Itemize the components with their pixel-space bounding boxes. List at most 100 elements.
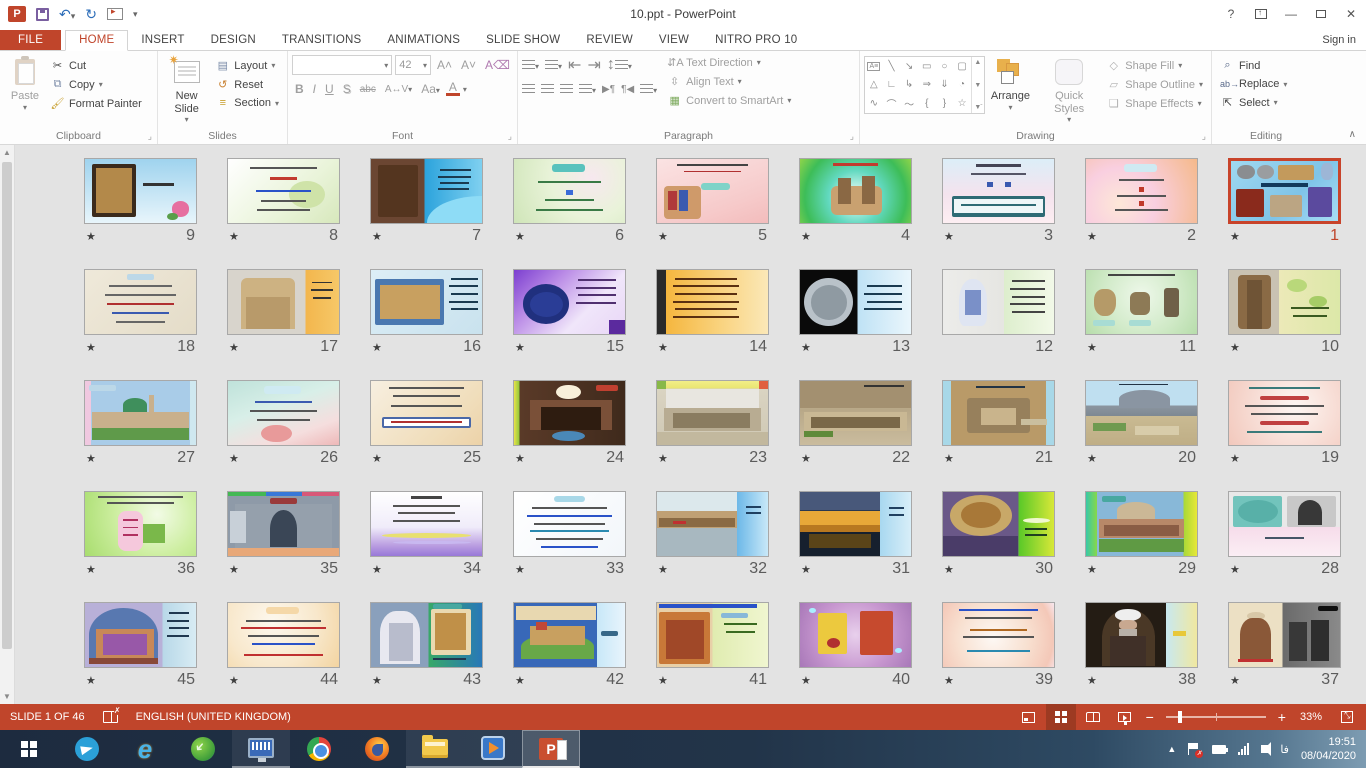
transition-star-icon[interactable]: ★: [86, 563, 96, 576]
transition-star-icon[interactable]: ★: [372, 563, 382, 576]
bullets-icon[interactable]: ▾: [522, 56, 539, 74]
align-text-button[interactable]: ⇳Align Text ▾: [663, 72, 795, 91]
proofing-icon[interactable]: [103, 711, 118, 723]
transition-star-icon[interactable]: ★: [658, 452, 668, 465]
triangle-shape-icon[interactable]: △: [870, 79, 878, 90]
clipboard-dialog-launcher-icon[interactable]: ⌟: [148, 131, 152, 142]
slide-thumbnail-34[interactable]: [370, 491, 483, 557]
tab-animations[interactable]: ANIMATIONS: [374, 31, 473, 50]
tab-home[interactable]: HOME: [65, 30, 128, 51]
sign-in-link[interactable]: Sign in: [1322, 34, 1356, 46]
slide-thumbnail-31[interactable]: [799, 491, 912, 557]
section-button[interactable]: ≡Section ▾: [211, 94, 283, 112]
slide-thumbnail-39[interactable]: [942, 602, 1055, 668]
network-signal-icon[interactable]: [1238, 743, 1249, 755]
paste-button[interactable]: Paste▾: [4, 53, 46, 116]
slide-thumbnail-25[interactable]: [370, 380, 483, 446]
slide-thumbnail-14[interactable]: [656, 269, 769, 335]
grow-font-icon[interactable]: A˄: [434, 58, 455, 72]
slide-thumbnail-18[interactable]: [84, 269, 197, 335]
shapes-more-icon[interactable]: ▼̄: [974, 104, 981, 111]
slide-thumbnail-29[interactable]: [1085, 491, 1198, 557]
slide-thumbnail-45[interactable]: [84, 602, 197, 668]
slide-thumbnail-33[interactable]: [513, 491, 626, 557]
right-to-left-icon[interactable]: ¶◀: [621, 84, 634, 95]
taskbar-telegram-button[interactable]: [58, 730, 116, 768]
taskbar-firefox-button[interactable]: [348, 730, 406, 768]
taskbar-media-player-button[interactable]: [464, 730, 522, 768]
slide-show-icon[interactable]: [1110, 704, 1140, 730]
scribble-shape-icon[interactable]: ∿: [870, 98, 878, 109]
text-direction-button[interactable]: ⇵AText Direction ▾: [663, 53, 795, 72]
transition-star-icon[interactable]: ★: [86, 452, 96, 465]
quick-styles-button[interactable]: Quick Styles▾: [1036, 53, 1102, 128]
taskbar-start-button[interactable]: [0, 730, 58, 768]
tab-transitions[interactable]: TRANSITIONS: [269, 31, 375, 50]
transition-star-icon[interactable]: ★: [86, 674, 96, 687]
transition-star-icon[interactable]: ★: [515, 341, 525, 354]
justify-icon[interactable]: ▾: [579, 80, 596, 98]
slide-thumbnail-35[interactable]: [227, 491, 340, 557]
slide-thumbnail-37[interactable]: [1228, 602, 1341, 668]
slide-thumbnail-38[interactable]: [1085, 602, 1198, 668]
slide-thumbnail-10[interactable]: [1228, 269, 1341, 335]
select-button[interactable]: ⇱Select ▾: [1216, 93, 1291, 112]
zoom-slider-thumb[interactable]: [1178, 711, 1182, 723]
slide-thumbnail-26[interactable]: [227, 380, 340, 446]
line-shape-icon[interactable]: ╲: [888, 61, 894, 72]
transition-star-icon[interactable]: ★: [1230, 563, 1240, 576]
slide-thumbnail-43[interactable]: [370, 602, 483, 668]
pie-shape-icon[interactable]: ◔: [959, 79, 965, 90]
transition-star-icon[interactable]: ★: [229, 341, 239, 354]
slide-thumbnail-11[interactable]: [1085, 269, 1198, 335]
transition-star-icon[interactable]: ★: [1087, 674, 1097, 687]
slide-thumbnail-22[interactable]: [799, 380, 912, 446]
align-left-icon[interactable]: [522, 80, 535, 98]
elbow-arrow-shape-icon[interactable]: ↳: [905, 79, 913, 90]
slide-thumbnail-12[interactable]: [942, 269, 1055, 335]
paragraph-dialog-launcher-icon[interactable]: ⌟: [850, 131, 854, 142]
reset-button[interactable]: ↺Reset: [211, 75, 283, 94]
vertical-scrollbar[interactable]: ▲ ▼: [0, 145, 15, 704]
slide-thumbnail-5[interactable]: [656, 158, 769, 224]
shape-fill-button[interactable]: ◇Shape Fill ▾: [1102, 56, 1207, 75]
language-indicator[interactable]: ENGLISH (UNITED KINGDOM): [136, 711, 291, 723]
taskbar-idm-button[interactable]: [174, 730, 232, 768]
battery-icon[interactable]: [1212, 745, 1226, 754]
change-case-icon[interactable]: Aa▾: [418, 82, 443, 96]
font-size-combo[interactable]: 42▾: [395, 55, 431, 75]
transition-star-icon[interactable]: ★: [1087, 452, 1097, 465]
collapse-ribbon-icon[interactable]: ∧: [1349, 129, 1356, 140]
find-button[interactable]: ⌕Find: [1216, 56, 1291, 75]
align-right-icon[interactable]: [560, 80, 573, 98]
transition-star-icon[interactable]: ★: [1087, 563, 1097, 576]
slide-thumbnail-6[interactable]: [513, 158, 626, 224]
transition-star-icon[interactable]: ★: [515, 230, 525, 243]
underline-icon[interactable]: U: [322, 82, 337, 96]
bold-icon[interactable]: B: [292, 82, 307, 96]
arrange-button[interactable]: Arrange▾: [985, 53, 1036, 116]
line-spacing-icon[interactable]: ↕▾: [607, 56, 632, 74]
slide-thumbnail-40[interactable]: [799, 602, 912, 668]
slide-thumbnail-24[interactable]: [513, 380, 626, 446]
convert-to-smartart-button[interactable]: ▦Convert to SmartArt ▾: [663, 91, 795, 110]
fit-to-window-icon[interactable]: [1332, 704, 1362, 730]
transition-star-icon[interactable]: ★: [658, 230, 668, 243]
restore-icon[interactable]: [1306, 0, 1336, 28]
slide-thumbnail-27[interactable]: [84, 380, 197, 446]
oval-shape-icon[interactable]: ○: [941, 61, 947, 72]
transition-star-icon[interactable]: ★: [944, 563, 954, 576]
transition-star-icon[interactable]: ★: [658, 674, 668, 687]
taskbar-powerpoint-button[interactable]: P: [522, 730, 580, 768]
slide-sorter-view-icon[interactable]: [1046, 704, 1076, 730]
transition-star-icon[interactable]: ★: [515, 563, 525, 576]
shrink-font-icon[interactable]: A˅: [458, 58, 479, 72]
transition-star-icon[interactable]: ★: [801, 563, 811, 576]
tab-design[interactable]: DESIGN: [198, 31, 269, 50]
layout-button[interactable]: ▤Layout ▾: [211, 56, 283, 75]
copy-button[interactable]: ⧉Copy ▾: [46, 75, 146, 94]
transition-star-icon[interactable]: ★: [372, 341, 382, 354]
slide-thumbnail-28[interactable]: [1228, 491, 1341, 557]
cut-button[interactable]: ✂Cut: [46, 56, 146, 75]
columns-icon[interactable]: ▾: [640, 80, 657, 98]
